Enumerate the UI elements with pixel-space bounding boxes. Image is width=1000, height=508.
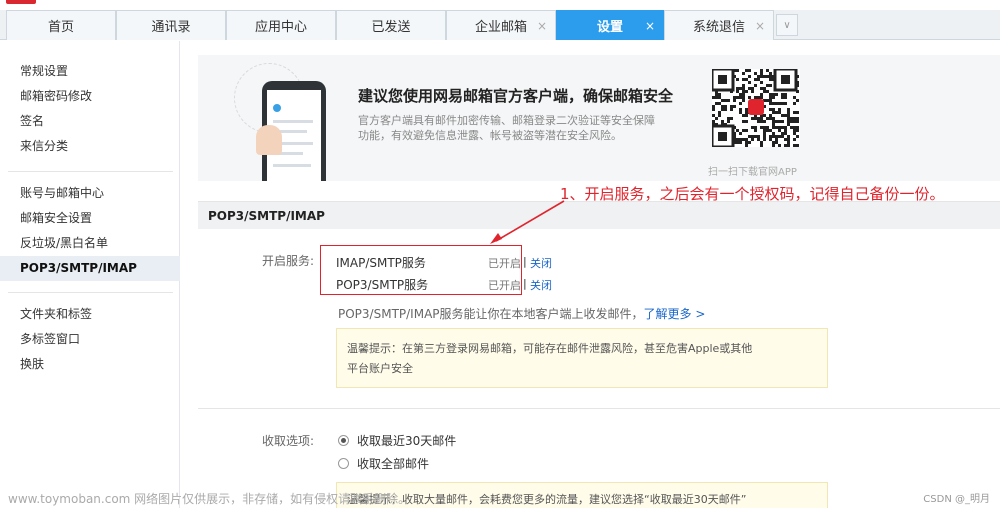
- tip-line: 温馨提示：在第三方登录网易邮箱，可能存在邮件泄露风险，甚至危害Apple或其他: [347, 342, 753, 355]
- tab-app-center[interactable]: 应用中心: [226, 10, 336, 40]
- tab-sent[interactable]: 已发送: [336, 10, 446, 40]
- tab-system-bounce[interactable]: 系统退信 ×: [664, 10, 774, 40]
- tab-bar: 首页 通讯录 应用中心 已发送 企业邮箱 × 设置 × 系统退信 × ∨: [0, 10, 1000, 40]
- close-icon[interactable]: ×: [755, 19, 765, 33]
- sidebar-item-password[interactable]: 邮箱密码修改: [0, 84, 180, 109]
- banner-description: 官方客户端具有邮件加密传输、邮箱登录二次验证等安全保障功能，有效避免信息泄露、帐…: [358, 114, 655, 142]
- section-title: POP3/SMTP/IMAP: [198, 201, 1000, 229]
- qr-code-icon[interactable]: [712, 69, 800, 147]
- sidebar-group: 文件夹和标签 多标签窗口 换肤: [0, 302, 180, 377]
- phone-avatar: [273, 104, 281, 112]
- qr-code-graphic: [712, 69, 799, 147]
- receive-option-all[interactable]: 收取全部邮件: [338, 455, 429, 472]
- section-divider: [198, 408, 1000, 409]
- radio-checked-icon[interactable]: [338, 435, 349, 446]
- sidebar-item-security[interactable]: 邮箱安全设置: [0, 206, 180, 231]
- sidebar-item-account-center[interactable]: 账号与邮箱中心: [0, 181, 180, 206]
- services-label: 开启服务:: [262, 254, 315, 268]
- sidebar-divider: [8, 171, 173, 172]
- banner-title: 建议您使用网易邮箱官方客户端，确保邮箱安全: [358, 87, 674, 105]
- sidebar-item-antispam[interactable]: 反垃圾/黑白名单: [0, 231, 180, 256]
- sidebar-item-signature[interactable]: 签名: [0, 109, 180, 134]
- tab-label: 通讯录: [151, 20, 191, 35]
- sidebar-item-multitab[interactable]: 多标签窗口: [0, 327, 180, 352]
- sidebar-item-folders[interactable]: 文件夹和标签: [0, 302, 180, 327]
- sidebar-item-pop3-smtp-imap[interactable]: POP3/SMTP/IMAP: [0, 256, 180, 281]
- tab-label: 首页: [47, 20, 74, 35]
- chevron-down-icon[interactable]: ∨: [776, 14, 798, 36]
- option-label: 收取最近30天邮件: [357, 434, 457, 448]
- receive-option-30-days[interactable]: 收取最近30天邮件: [338, 432, 456, 449]
- sidebar-item-general[interactable]: 常规设置: [0, 59, 180, 84]
- annotation-text: 1、开启服务，之后会有一个授权码，记得自己备份一份。: [560, 185, 945, 203]
- close-icon[interactable]: ×: [645, 19, 655, 33]
- service-status: 已开启: [488, 279, 521, 292]
- tab-label: 系统退信: [692, 20, 745, 35]
- services-description-text: POP3/SMTP/IMAP服务能让你在本地客户端上收发邮件，: [338, 307, 644, 321]
- annotation-arrow-icon: [490, 200, 565, 244]
- option-label: 收取全部邮件: [357, 457, 430, 471]
- close-service-link[interactable]: 关闭: [530, 277, 552, 293]
- security-tip: 温馨提示：在第三方登录网易邮箱，可能存在邮件泄露风险，甚至危害Apple或其他 …: [336, 328, 828, 388]
- qr-caption: 扫一扫下载官网APP: [708, 167, 797, 178]
- top-strip: [0, 0, 1000, 10]
- tab-label: 已发送: [371, 20, 411, 35]
- tab-label: 应用中心: [254, 20, 307, 35]
- learn-more-link[interactable]: 了解更多 >: [644, 307, 706, 321]
- tab-contacts[interactable]: 通讯录: [116, 10, 226, 40]
- tab-label: 设置: [596, 20, 623, 35]
- client-banner: 建议您使用网易邮箱官方客户端，确保邮箱安全 官方客户端具有邮件加密传输、邮箱登录…: [198, 55, 1000, 181]
- sidebar-group: 账号与邮箱中心 邮箱安全设置 反垃圾/黑白名单 POP3/SMTP/IMAP: [0, 181, 180, 281]
- watermark: www.toymoban.com 网络图片仅供展示，非存储，如有侵权请联系删除。: [8, 492, 411, 506]
- sidebar-group: 常规设置 邮箱密码修改 签名 来信分类: [0, 59, 180, 159]
- service-status: 已开启: [488, 257, 521, 270]
- tab-enterprise-mail[interactable]: 企业邮箱 ×: [446, 10, 556, 40]
- phone-line: [273, 164, 311, 167]
- sidebar-item-skin[interactable]: 换肤: [0, 352, 180, 377]
- sidebar-item-mail-rules[interactable]: 来信分类: [0, 134, 180, 159]
- radio-unchecked-icon[interactable]: [338, 458, 349, 469]
- phone-line: [273, 120, 313, 123]
- hand-illustration: [256, 125, 282, 155]
- close-service-link[interactable]: 关闭: [530, 255, 552, 271]
- sidebar: 常规设置 邮箱密码修改 签名 来信分类 账号与邮箱中心 邮箱安全设置 反垃圾/黑…: [0, 41, 180, 508]
- logo: [6, 0, 36, 4]
- service-separator: |: [523, 277, 527, 290]
- service-separator: |: [523, 255, 527, 268]
- main-content: 建议您使用网易邮箱官方客户端，确保邮箱安全 官方客户端具有邮件加密传输、邮箱登录…: [198, 55, 1000, 508]
- service-name: IMAP/SMTP服务: [336, 256, 426, 270]
- receive-options-label: 收取选项:: [262, 434, 315, 448]
- service-name: POP3/SMTP服务: [336, 278, 429, 292]
- tab-settings[interactable]: 设置 ×: [556, 10, 664, 40]
- credit: CSDN @_明月: [923, 494, 990, 505]
- tab-label: 企业邮箱: [474, 20, 527, 35]
- services-description: POP3/SMTP/IMAP服务能让你在本地客户端上收发邮件，了解更多 >: [338, 305, 705, 322]
- tip-line: 平台账户安全: [347, 362, 413, 375]
- tab-home[interactable]: 首页: [6, 10, 116, 40]
- sidebar-divider: [8, 292, 173, 293]
- close-icon[interactable]: ×: [537, 19, 547, 33]
